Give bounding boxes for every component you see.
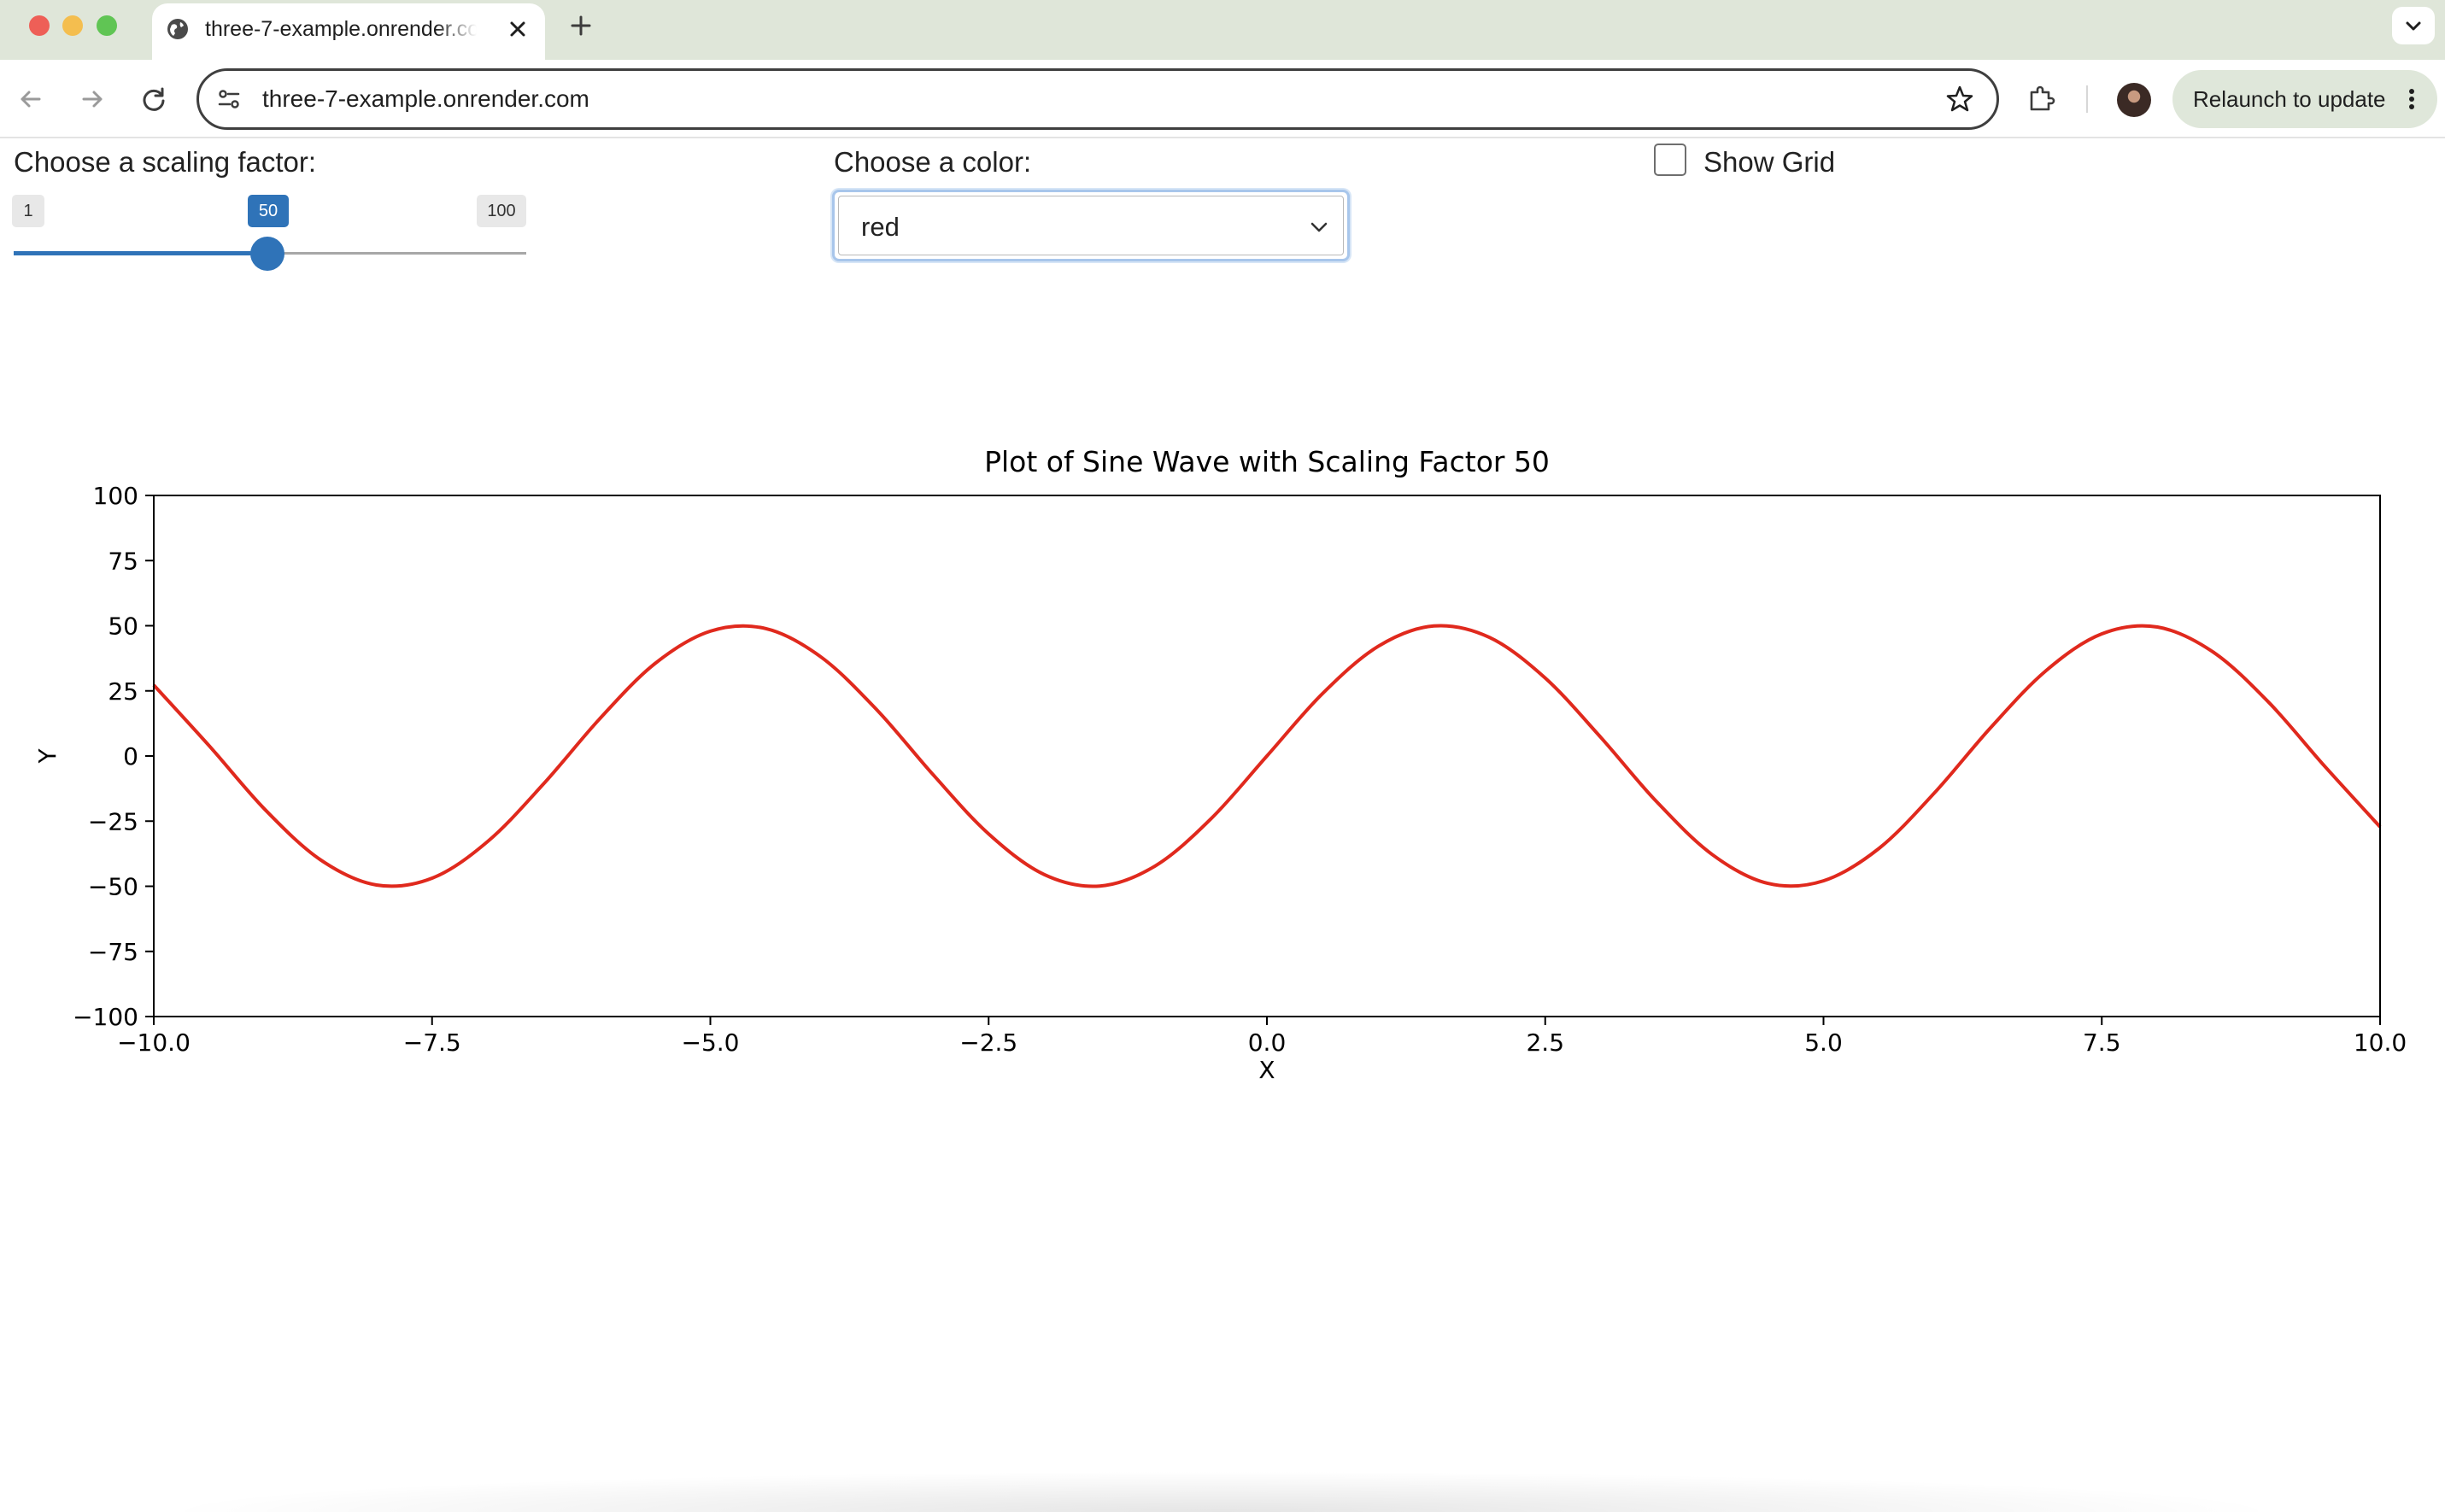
profile-avatar[interactable]	[2117, 83, 2151, 117]
x-tick-label: 10.0	[2354, 1029, 2407, 1057]
close-window-button[interactable]	[29, 15, 50, 36]
site-info-icon[interactable]	[214, 85, 243, 114]
tab-title: three-7-example.onrender.com	[205, 17, 477, 41]
minimize-window-button[interactable]	[62, 15, 83, 36]
y-axis-label: Y	[33, 748, 62, 765]
series-group	[152, 624, 2382, 888]
app-page: Choose a scaling factor: 1 50 100 Choose…	[0, 138, 2445, 1512]
y-tick-label: −75	[88, 938, 138, 966]
sine-series-line	[152, 624, 2382, 888]
x-tick-label: −10.0	[117, 1029, 191, 1057]
scaling-factor-label: Choose a scaling factor:	[14, 146, 317, 178]
y-tick-label: 75	[108, 547, 138, 575]
chart-title: Plot of Sine Wave with Scaling Factor 50	[984, 445, 1550, 478]
relaunch-label: Relaunch to update	[2193, 86, 2386, 112]
maximize-window-button[interactable]	[97, 15, 117, 36]
sine-wave-chart: Plot of Sine Wave with Scaling Factor 50…	[33, 445, 2407, 1084]
extensions-puzzle-icon[interactable]	[2025, 82, 2059, 116]
x-tick-label: 2.5	[1526, 1029, 1564, 1057]
globe-icon	[167, 19, 188, 39]
y-tick-label: 0	[123, 742, 138, 771]
active-tab[interactable]: three-7-example.onrender.com	[152, 3, 545, 60]
x-tick-label: 7.5	[2083, 1029, 2121, 1057]
x-tick-label: 5.0	[1804, 1029, 1843, 1057]
x-tick-label: −5.0	[682, 1029, 740, 1057]
y-tick-label: 25	[108, 677, 138, 706]
back-arrow-icon[interactable]	[14, 82, 48, 116]
slider-value-badge: 50	[248, 195, 289, 227]
y-tick-label: −50	[88, 873, 138, 901]
more-vert-icon	[2409, 89, 2414, 109]
slider-max-label: 100	[477, 195, 526, 227]
color-select[interactable]: red	[832, 190, 1350, 261]
chevron-down-icon	[1310, 222, 1328, 232]
address-bar[interactable]: three-7-example.onrender.com	[196, 68, 1999, 130]
y-tick-label: −25	[88, 807, 138, 835]
y-tick-label: 100	[93, 482, 138, 510]
toolbar-divider	[2086, 85, 2088, 113]
forward-arrow-icon[interactable]	[75, 82, 109, 116]
bookmark-star-icon[interactable]	[1944, 83, 1976, 115]
show-grid-checkbox[interactable]	[1654, 144, 1686, 176]
show-grid-label[interactable]: Show Grid	[1703, 144, 1835, 181]
tab-strip: three-7-example.onrender.com	[0, 0, 2445, 60]
slider-min-label: 1	[12, 195, 44, 227]
slider-fill	[14, 251, 267, 255]
close-icon[interactable]	[504, 15, 531, 43]
x-tick-label: −7.5	[403, 1029, 461, 1057]
x-tick-label: −2.5	[959, 1029, 1017, 1057]
reload-icon[interactable]	[137, 82, 171, 116]
color-label: Choose a color:	[834, 146, 1032, 178]
browser-toolbar: three-7-example.onrender.com Relaunch to…	[0, 60, 2445, 138]
color-select-value: red	[861, 212, 900, 242]
x-axis-label: X	[1258, 1056, 1275, 1084]
x-tick-label: 0.0	[1248, 1029, 1287, 1057]
slider-thumb[interactable]	[250, 237, 284, 271]
y-tick-label: 50	[108, 612, 138, 641]
chevron-down-icon	[2406, 21, 2421, 31]
url-text[interactable]: three-7-example.onrender.com	[262, 84, 589, 114]
y-tick-label: −100	[73, 1003, 138, 1031]
axes: −10.0 −7.5 −5.0 −2.5 0.0 2.5 5.0 7.5 10.0 100 75 50…	[73, 482, 2407, 1057]
select-box: red	[838, 196, 1344, 255]
tab-search-button[interactable]	[2392, 7, 2435, 44]
new-tab-plus-icon[interactable]	[566, 10, 596, 41]
relaunch-to-update-button[interactable]: Relaunch to update	[2172, 70, 2437, 128]
page-bottom-shadow	[154, 1471, 2290, 1512]
